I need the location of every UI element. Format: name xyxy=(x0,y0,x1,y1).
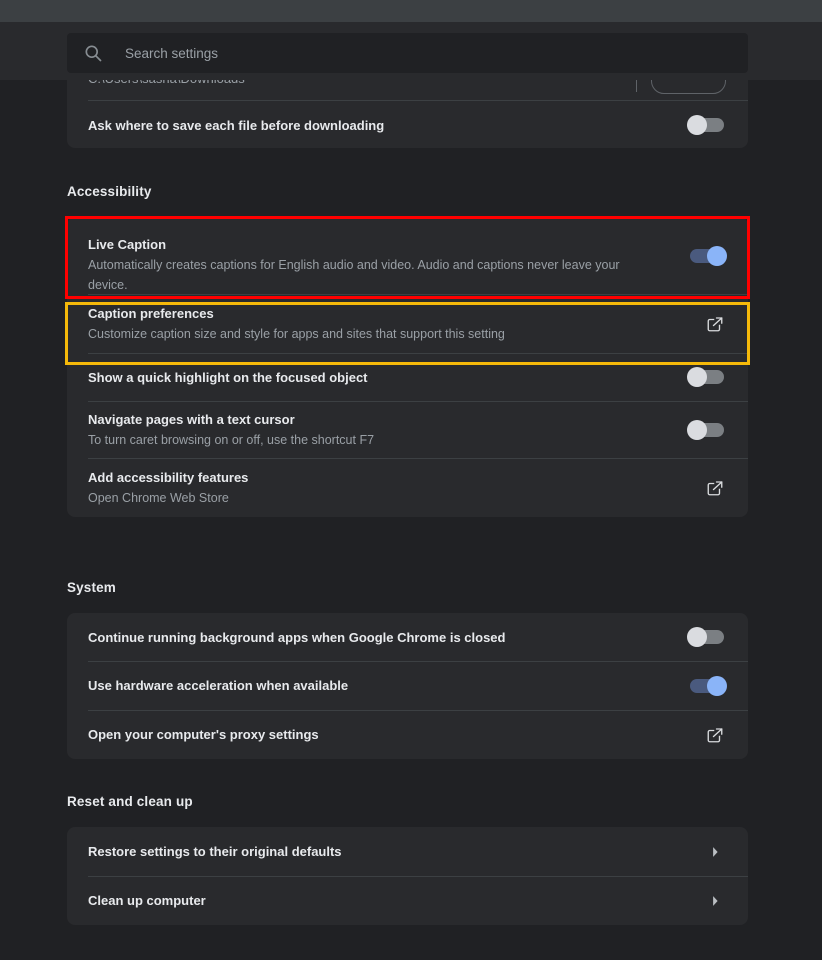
reset-card: Restore settings to their original defau… xyxy=(67,827,748,925)
toggle-knob xyxy=(687,115,707,135)
row-text: Add accessibility features Open Chrome W… xyxy=(88,468,706,508)
change-download-location-button[interactable] xyxy=(651,80,726,94)
row-label: Use hardware acceleration when available xyxy=(88,678,349,693)
row-label: Ask where to save each file before downl… xyxy=(88,117,385,133)
external-link-icon[interactable] xyxy=(706,479,724,497)
toggle-knob xyxy=(707,246,727,266)
row-text: Clean up computer xyxy=(88,891,706,910)
background-apps-toggle[interactable] xyxy=(687,627,724,647)
row-label: Navigate pages with a text cursor xyxy=(88,411,295,427)
hardware-acceleration-toggle[interactable] xyxy=(690,675,727,696)
download-location-value: C:\Users\sasha\Downloads xyxy=(88,80,245,86)
row-caption-preferences[interactable]: Caption preferences Customize caption si… xyxy=(67,294,748,353)
row-label: Restore settings to their original defau… xyxy=(88,844,342,859)
row-text: Live Caption Automatically creates capti… xyxy=(88,235,690,295)
toggle-knob xyxy=(707,675,727,696)
chevron-right-icon[interactable] xyxy=(706,892,724,910)
section-title-reset-clean-up: Reset and clean up xyxy=(67,794,193,809)
row-label: Live Caption xyxy=(88,237,167,252)
search-settings-box[interactable] xyxy=(67,33,748,73)
toggle-knob xyxy=(687,367,707,387)
row-text: Continue running background apps when Go… xyxy=(88,628,690,647)
row-label: Clean up computer xyxy=(88,893,206,908)
caret-browsing-toggle[interactable] xyxy=(687,419,724,440)
row-clean-up-computer[interactable]: Clean up computer xyxy=(67,876,748,925)
row-hardware-acceleration[interactable]: Use hardware acceleration when available xyxy=(67,661,748,710)
browser-title-strip xyxy=(0,0,822,22)
focus-highlight-toggle[interactable] xyxy=(687,367,724,387)
downloads-card: C:\Users\sasha\Downloads Ask where to sa… xyxy=(67,80,748,148)
row-restore-defaults[interactable]: Restore settings to their original defau… xyxy=(67,827,748,876)
row-add-accessibility-features[interactable]: Add accessibility features Open Chrome W… xyxy=(67,458,748,517)
external-link-icon[interactable] xyxy=(706,726,724,744)
section-title-system: System xyxy=(67,580,116,595)
settings-search-header xyxy=(0,22,822,80)
row-text: Navigate pages with a text cursor To tur… xyxy=(88,410,690,450)
settings-scroll-area[interactable]: C:\Users\sasha\Downloads Ask where to sa… xyxy=(0,80,822,960)
row-sublabel: Customize caption size and style for app… xyxy=(88,326,505,341)
accessibility-card: Live Caption Automatically creates capti… xyxy=(67,217,748,517)
system-card: Continue running background apps when Go… xyxy=(67,613,748,759)
toggle-knob xyxy=(687,419,707,440)
row-live-caption[interactable]: Live Caption Automatically creates capti… xyxy=(67,217,748,294)
row-background-apps[interactable]: Continue running background apps when Go… xyxy=(67,613,748,661)
row-text: Show a quick highlight on the focused ob… xyxy=(88,368,690,387)
section-title-accessibility: Accessibility xyxy=(67,184,152,199)
row-label: Open your computer's proxy settings xyxy=(88,727,319,742)
row-sublabel: To turn caret browsing on or off, use th… xyxy=(88,432,375,447)
row-label: Continue running background apps when Go… xyxy=(88,629,506,645)
row-text: Restore settings to their original defau… xyxy=(88,842,706,861)
row-ask-where-to-save[interactable]: Ask where to save each file before downl… xyxy=(67,101,748,148)
row-text: Caption preferences Customize caption si… xyxy=(88,304,706,344)
download-location-separator xyxy=(636,80,637,92)
external-link-icon[interactable] xyxy=(706,315,724,333)
row-sublabel: Automatically creates captions for Engli… xyxy=(88,258,620,292)
search-input[interactable] xyxy=(125,45,685,61)
row-label: Add accessibility features xyxy=(88,469,249,485)
row-label: Show a quick highlight on the focused ob… xyxy=(88,369,368,385)
row-caret-browsing[interactable]: Navigate pages with a text cursor To tur… xyxy=(67,401,748,458)
row-proxy-settings[interactable]: Open your computer's proxy settings xyxy=(67,710,748,759)
row-label: Caption preferences xyxy=(88,305,214,321)
row-show-quick-highlight[interactable]: Show a quick highlight on the focused ob… xyxy=(67,353,748,401)
row-text: Use hardware acceleration when available xyxy=(88,676,690,695)
row-text: Ask where to save each file before downl… xyxy=(88,116,690,135)
row-text: Open your computer's proxy settings xyxy=(88,725,706,744)
ask-where-to-save-toggle[interactable] xyxy=(687,115,724,135)
search-icon xyxy=(83,43,103,63)
live-caption-toggle[interactable] xyxy=(690,246,727,266)
row-sublabel: Open Chrome Web Store xyxy=(88,490,229,505)
chevron-right-icon[interactable] xyxy=(706,843,724,861)
toggle-knob xyxy=(687,627,707,647)
